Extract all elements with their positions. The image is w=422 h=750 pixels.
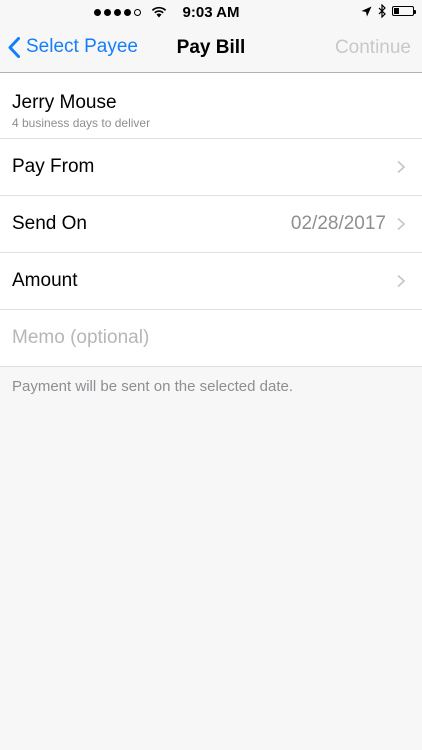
navigation-bar: Select Payee Pay Bill Continue [0, 24, 422, 73]
pay-bill-form: Jerry Mouse 4 business days to deliver P… [0, 73, 422, 367]
status-bar: 9:03 AM [0, 0, 422, 24]
send-on-row[interactable]: Send On 02/28/2017 [0, 196, 422, 253]
memo-field[interactable]: Memo (optional) [0, 310, 422, 367]
amount-row[interactable]: Amount [0, 253, 422, 310]
battery-level [394, 8, 399, 14]
chevron-right-icon [397, 217, 406, 231]
status-icons [361, 4, 416, 18]
pay-from-row[interactable]: Pay From [0, 139, 422, 196]
battery-icon [392, 6, 416, 16]
delivery-note: 4 business days to deliver [12, 116, 151, 130]
location-arrow-icon [361, 6, 372, 16]
footer-note: Payment will be sent on the selected dat… [12, 378, 294, 395]
chevron-right-icon [397, 160, 406, 174]
send-on-date: 02/28/2017 [290, 213, 386, 234]
memo-placeholder: Memo (optional) [12, 327, 150, 348]
status-time: 9:03 AM [182, 4, 240, 21]
bluetooth-icon [378, 4, 386, 18]
payee-header: Jerry Mouse 4 business days to deliver [0, 73, 422, 139]
chevron-right-icon [397, 274, 406, 288]
pay-from-label: Pay From [12, 156, 95, 177]
payee-name: Jerry Mouse [12, 92, 117, 113]
amount-label: Amount [12, 270, 78, 291]
continue-button[interactable]: Continue [335, 37, 411, 59]
send-on-label: Send On [12, 213, 87, 234]
